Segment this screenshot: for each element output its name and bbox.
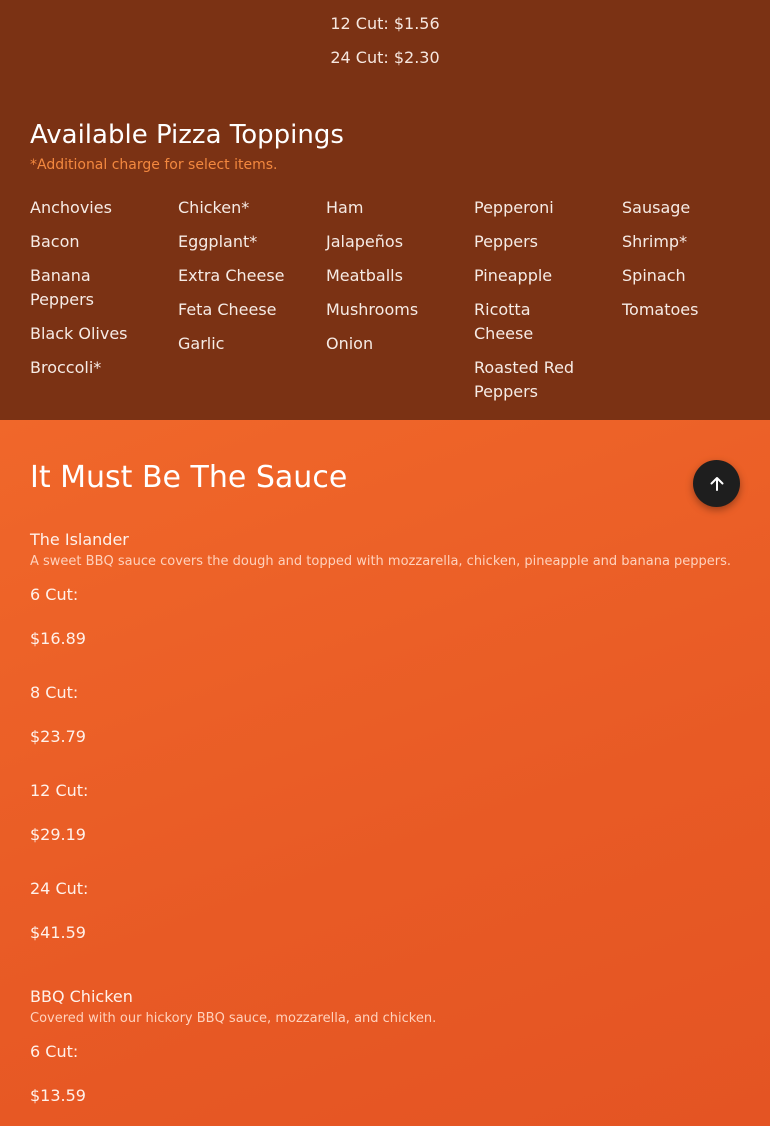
- toppings-section: 12 Cut: $1.56 24 Cut: $2.30 Available Pi…: [0, 0, 770, 420]
- toppings-title: Available Pizza Toppings: [30, 120, 344, 150]
- cut-label: 6 Cut:: [30, 1042, 79, 1061]
- topping-item: Tomatoes: [622, 300, 699, 319]
- cut-price: $23.79: [30, 727, 86, 746]
- price-line: 24 Cut: $2.30: [330, 48, 440, 67]
- topping-item: Extra Cheese: [178, 266, 285, 285]
- cut-price: $29.19: [30, 825, 86, 844]
- price-line: 12 Cut: $1.56: [330, 14, 440, 33]
- toppings-column: Chicken* Eggplant* Extra Cheese Feta Che…: [178, 196, 326, 414]
- topping-item: Spinach: [622, 266, 686, 285]
- topping-item: Onion: [326, 334, 374, 353]
- back-to-top-button[interactable]: [693, 460, 740, 507]
- topping-item: Pineapple: [474, 266, 553, 285]
- topping-item: Banana Peppers: [30, 266, 94, 309]
- toppings-note: *Additional charge for select items.: [30, 157, 278, 173]
- toppings-column: Pepperoni Peppers Pineapple Ricotta Chee…: [474, 196, 622, 414]
- topping-item: Peppers: [474, 232, 538, 251]
- topping-item: Ricotta Cheese: [474, 300, 534, 343]
- topping-item: Broccoli*: [30, 358, 102, 377]
- pizza-description: A sweet BBQ sauce covers the dough and t…: [30, 554, 732, 569]
- toppings-column: Ham Jalapeños Meatballs Mushrooms Onion: [326, 196, 474, 414]
- cut-label: 8 Cut:: [30, 683, 79, 702]
- pizza-name: BBQ Chicken: [30, 987, 133, 1006]
- cut-price: $13.59: [30, 1086, 86, 1105]
- sauce-section: It Must Be The Sauce The Islander A swee…: [0, 420, 770, 1126]
- toppings-column: Anchovies Bacon Banana Peppers Black Oli…: [30, 196, 178, 414]
- pizza-item: The Islander A sweet BBQ sauce covers th…: [30, 530, 740, 950]
- cut-price: $16.89: [30, 629, 86, 648]
- toppings-column: Sausage Shrimp* Spinach Tomatoes: [622, 196, 770, 414]
- topping-item: Ham: [326, 198, 364, 217]
- topping-item: Pepperoni: [474, 198, 554, 217]
- topping-item: Mushrooms: [326, 300, 419, 319]
- topping-item: Feta Cheese: [178, 300, 277, 319]
- topping-item: Meatballs: [326, 266, 403, 285]
- topping-item: Eggplant*: [178, 232, 258, 251]
- topping-item: Roasted Red Peppers: [474, 358, 575, 401]
- topping-item: Jalapeños: [326, 232, 404, 251]
- pizza-name: The Islander: [30, 530, 129, 549]
- section-title: It Must Be The Sauce: [30, 460, 348, 495]
- topping-item: Black Olives: [30, 324, 128, 343]
- topping-item: Shrimp*: [622, 232, 688, 251]
- topping-item: Sausage: [622, 198, 691, 217]
- toppings-grid: Anchovies Bacon Banana Peppers Black Oli…: [30, 196, 770, 414]
- cut-label: 24 Cut:: [30, 879, 89, 898]
- topping-item: Anchovies: [30, 198, 112, 217]
- pizza-description: Covered with our hickory BBQ sauce, mozz…: [30, 1011, 437, 1026]
- cut-price: $41.59: [30, 923, 86, 942]
- topping-item: Garlic: [178, 334, 225, 353]
- arrow-up-icon: [710, 476, 723, 491]
- topping-item: Chicken*: [178, 198, 250, 217]
- cut-label: 12 Cut:: [30, 781, 89, 800]
- topping-item: Bacon: [30, 232, 80, 251]
- pizza-item: BBQ Chicken Covered with our hickory BBQ…: [30, 987, 740, 1117]
- cut-label: 6 Cut:: [30, 585, 79, 604]
